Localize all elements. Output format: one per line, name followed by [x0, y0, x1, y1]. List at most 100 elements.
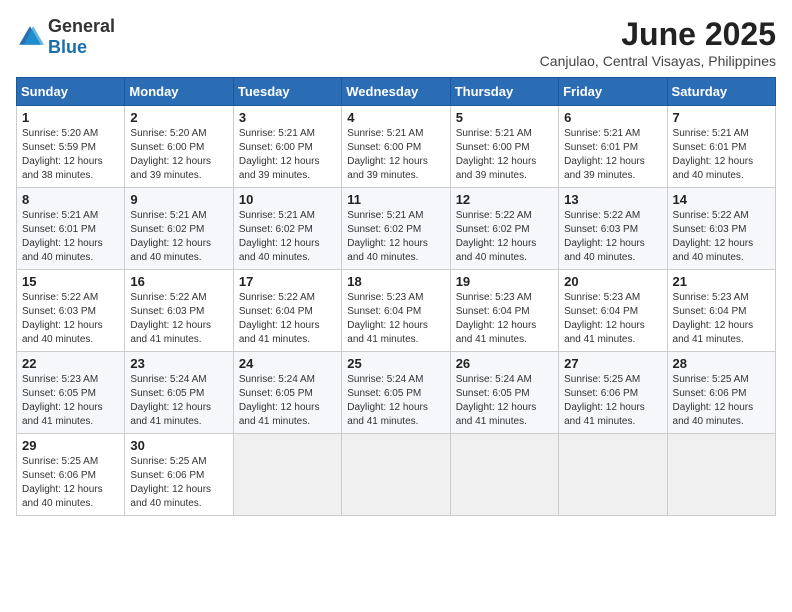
- day-info: Sunrise: 5:25 AM Sunset: 6:06 PM Dayligh…: [130, 455, 227, 511]
- day-info: Sunrise: 5:23 AM Sunset: 6:04 PM Dayligh…: [564, 291, 661, 347]
- month-title: June 2025: [540, 16, 776, 53]
- day-number: 20: [564, 274, 661, 289]
- table-row: 18 Sunrise: 5:23 AM Sunset: 6:04 PM Dayl…: [342, 270, 450, 352]
- table-row: 16 Sunrise: 5:22 AM Sunset: 6:03 PM Dayl…: [125, 270, 233, 352]
- col-saturday: Saturday: [667, 78, 775, 106]
- day-number: 8: [22, 192, 119, 207]
- day-info: Sunrise: 5:22 AM Sunset: 6:02 PM Dayligh…: [456, 209, 553, 265]
- day-info: Sunrise: 5:21 AM Sunset: 6:01 PM Dayligh…: [564, 127, 661, 183]
- day-info: Sunrise: 5:24 AM Sunset: 6:05 PM Dayligh…: [130, 373, 227, 429]
- calendar-row: 29 Sunrise: 5:25 AM Sunset: 6:06 PM Dayl…: [17, 434, 776, 516]
- day-number: 17: [239, 274, 336, 289]
- title-area: June 2025 Canjulao, Central Visayas, Phi…: [540, 16, 776, 69]
- calendar-row: 1 Sunrise: 5:20 AM Sunset: 5:59 PM Dayli…: [17, 106, 776, 188]
- day-number: 3: [239, 110, 336, 125]
- day-info: Sunrise: 5:25 AM Sunset: 6:06 PM Dayligh…: [673, 373, 770, 429]
- calendar-row: 22 Sunrise: 5:23 AM Sunset: 6:05 PM Dayl…: [17, 352, 776, 434]
- day-info: Sunrise: 5:21 AM Sunset: 6:00 PM Dayligh…: [347, 127, 444, 183]
- day-number: 9: [130, 192, 227, 207]
- table-row: 7 Sunrise: 5:21 AM Sunset: 6:01 PM Dayli…: [667, 106, 775, 188]
- header: General Blue June 2025 Canjulao, Central…: [16, 16, 776, 69]
- col-tuesday: Tuesday: [233, 78, 341, 106]
- day-number: 10: [239, 192, 336, 207]
- day-info: Sunrise: 5:21 AM Sunset: 6:00 PM Dayligh…: [456, 127, 553, 183]
- logo-general: General: [48, 16, 115, 36]
- logo-text: General Blue: [48, 16, 115, 58]
- day-info: Sunrise: 5:25 AM Sunset: 6:06 PM Dayligh…: [22, 455, 119, 511]
- day-number: 27: [564, 356, 661, 371]
- day-info: Sunrise: 5:23 AM Sunset: 6:04 PM Dayligh…: [673, 291, 770, 347]
- day-info: Sunrise: 5:22 AM Sunset: 6:03 PM Dayligh…: [22, 291, 119, 347]
- table-row: 25 Sunrise: 5:24 AM Sunset: 6:05 PM Dayl…: [342, 352, 450, 434]
- table-row: 6 Sunrise: 5:21 AM Sunset: 6:01 PM Dayli…: [559, 106, 667, 188]
- day-number: 4: [347, 110, 444, 125]
- table-row: 13 Sunrise: 5:22 AM Sunset: 6:03 PM Dayl…: [559, 188, 667, 270]
- table-row: 1 Sunrise: 5:20 AM Sunset: 5:59 PM Dayli…: [17, 106, 125, 188]
- table-row: 17 Sunrise: 5:22 AM Sunset: 6:04 PM Dayl…: [233, 270, 341, 352]
- day-number: 26: [456, 356, 553, 371]
- day-number: 22: [22, 356, 119, 371]
- day-number: 5: [456, 110, 553, 125]
- day-number: 19: [456, 274, 553, 289]
- day-info: Sunrise: 5:25 AM Sunset: 6:06 PM Dayligh…: [564, 373, 661, 429]
- table-row: 8 Sunrise: 5:21 AM Sunset: 6:01 PM Dayli…: [17, 188, 125, 270]
- day-info: Sunrise: 5:22 AM Sunset: 6:03 PM Dayligh…: [564, 209, 661, 265]
- day-info: Sunrise: 5:23 AM Sunset: 6:04 PM Dayligh…: [456, 291, 553, 347]
- subtitle: Canjulao, Central Visayas, Philippines: [540, 53, 776, 69]
- table-row: 26 Sunrise: 5:24 AM Sunset: 6:05 PM Dayl…: [450, 352, 558, 434]
- table-row: 9 Sunrise: 5:21 AM Sunset: 6:02 PM Dayli…: [125, 188, 233, 270]
- day-info: Sunrise: 5:21 AM Sunset: 6:02 PM Dayligh…: [347, 209, 444, 265]
- day-number: 29: [22, 438, 119, 453]
- table-row: [450, 434, 558, 516]
- table-row: 21 Sunrise: 5:23 AM Sunset: 6:04 PM Dayl…: [667, 270, 775, 352]
- col-thursday: Thursday: [450, 78, 558, 106]
- day-info: Sunrise: 5:21 AM Sunset: 6:01 PM Dayligh…: [22, 209, 119, 265]
- day-info: Sunrise: 5:24 AM Sunset: 6:05 PM Dayligh…: [456, 373, 553, 429]
- day-info: Sunrise: 5:23 AM Sunset: 6:05 PM Dayligh…: [22, 373, 119, 429]
- logo-blue: Blue: [48, 37, 87, 57]
- day-info: Sunrise: 5:22 AM Sunset: 6:03 PM Dayligh…: [130, 291, 227, 347]
- table-row: [233, 434, 341, 516]
- day-info: Sunrise: 5:23 AM Sunset: 6:04 PM Dayligh…: [347, 291, 444, 347]
- day-number: 28: [673, 356, 770, 371]
- day-number: 24: [239, 356, 336, 371]
- table-row: 24 Sunrise: 5:24 AM Sunset: 6:05 PM Dayl…: [233, 352, 341, 434]
- day-info: Sunrise: 5:21 AM Sunset: 6:01 PM Dayligh…: [673, 127, 770, 183]
- day-info: Sunrise: 5:21 AM Sunset: 6:00 PM Dayligh…: [239, 127, 336, 183]
- calendar-row: 15 Sunrise: 5:22 AM Sunset: 6:03 PM Dayl…: [17, 270, 776, 352]
- day-number: 15: [22, 274, 119, 289]
- day-info: Sunrise: 5:22 AM Sunset: 6:03 PM Dayligh…: [673, 209, 770, 265]
- day-number: 16: [130, 274, 227, 289]
- day-info: Sunrise: 5:21 AM Sunset: 6:02 PM Dayligh…: [239, 209, 336, 265]
- col-wednesday: Wednesday: [342, 78, 450, 106]
- day-number: 12: [456, 192, 553, 207]
- table-row: 11 Sunrise: 5:21 AM Sunset: 6:02 PM Dayl…: [342, 188, 450, 270]
- header-row: Sunday Monday Tuesday Wednesday Thursday…: [17, 78, 776, 106]
- table-row: [559, 434, 667, 516]
- table-row: 4 Sunrise: 5:21 AM Sunset: 6:00 PM Dayli…: [342, 106, 450, 188]
- table-row: 23 Sunrise: 5:24 AM Sunset: 6:05 PM Dayl…: [125, 352, 233, 434]
- day-number: 6: [564, 110, 661, 125]
- table-row: 2 Sunrise: 5:20 AM Sunset: 6:00 PM Dayli…: [125, 106, 233, 188]
- day-number: 30: [130, 438, 227, 453]
- table-row: 20 Sunrise: 5:23 AM Sunset: 6:04 PM Dayl…: [559, 270, 667, 352]
- col-sunday: Sunday: [17, 78, 125, 106]
- day-number: 25: [347, 356, 444, 371]
- day-number: 2: [130, 110, 227, 125]
- logo: General Blue: [16, 16, 115, 58]
- day-info: Sunrise: 5:20 AM Sunset: 5:59 PM Dayligh…: [22, 127, 119, 183]
- table-row: 27 Sunrise: 5:25 AM Sunset: 6:06 PM Dayl…: [559, 352, 667, 434]
- table-row: 5 Sunrise: 5:21 AM Sunset: 6:00 PM Dayli…: [450, 106, 558, 188]
- table-row: 29 Sunrise: 5:25 AM Sunset: 6:06 PM Dayl…: [17, 434, 125, 516]
- calendar-table: Sunday Monday Tuesday Wednesday Thursday…: [16, 77, 776, 516]
- day-info: Sunrise: 5:24 AM Sunset: 6:05 PM Dayligh…: [347, 373, 444, 429]
- table-row: [342, 434, 450, 516]
- day-info: Sunrise: 5:20 AM Sunset: 6:00 PM Dayligh…: [130, 127, 227, 183]
- table-row: 22 Sunrise: 5:23 AM Sunset: 6:05 PM Dayl…: [17, 352, 125, 434]
- table-row: 14 Sunrise: 5:22 AM Sunset: 6:03 PM Dayl…: [667, 188, 775, 270]
- table-row: [667, 434, 775, 516]
- table-row: 30 Sunrise: 5:25 AM Sunset: 6:06 PM Dayl…: [125, 434, 233, 516]
- day-info: Sunrise: 5:24 AM Sunset: 6:05 PM Dayligh…: [239, 373, 336, 429]
- day-number: 1: [22, 110, 119, 125]
- calendar-row: 8 Sunrise: 5:21 AM Sunset: 6:01 PM Dayli…: [17, 188, 776, 270]
